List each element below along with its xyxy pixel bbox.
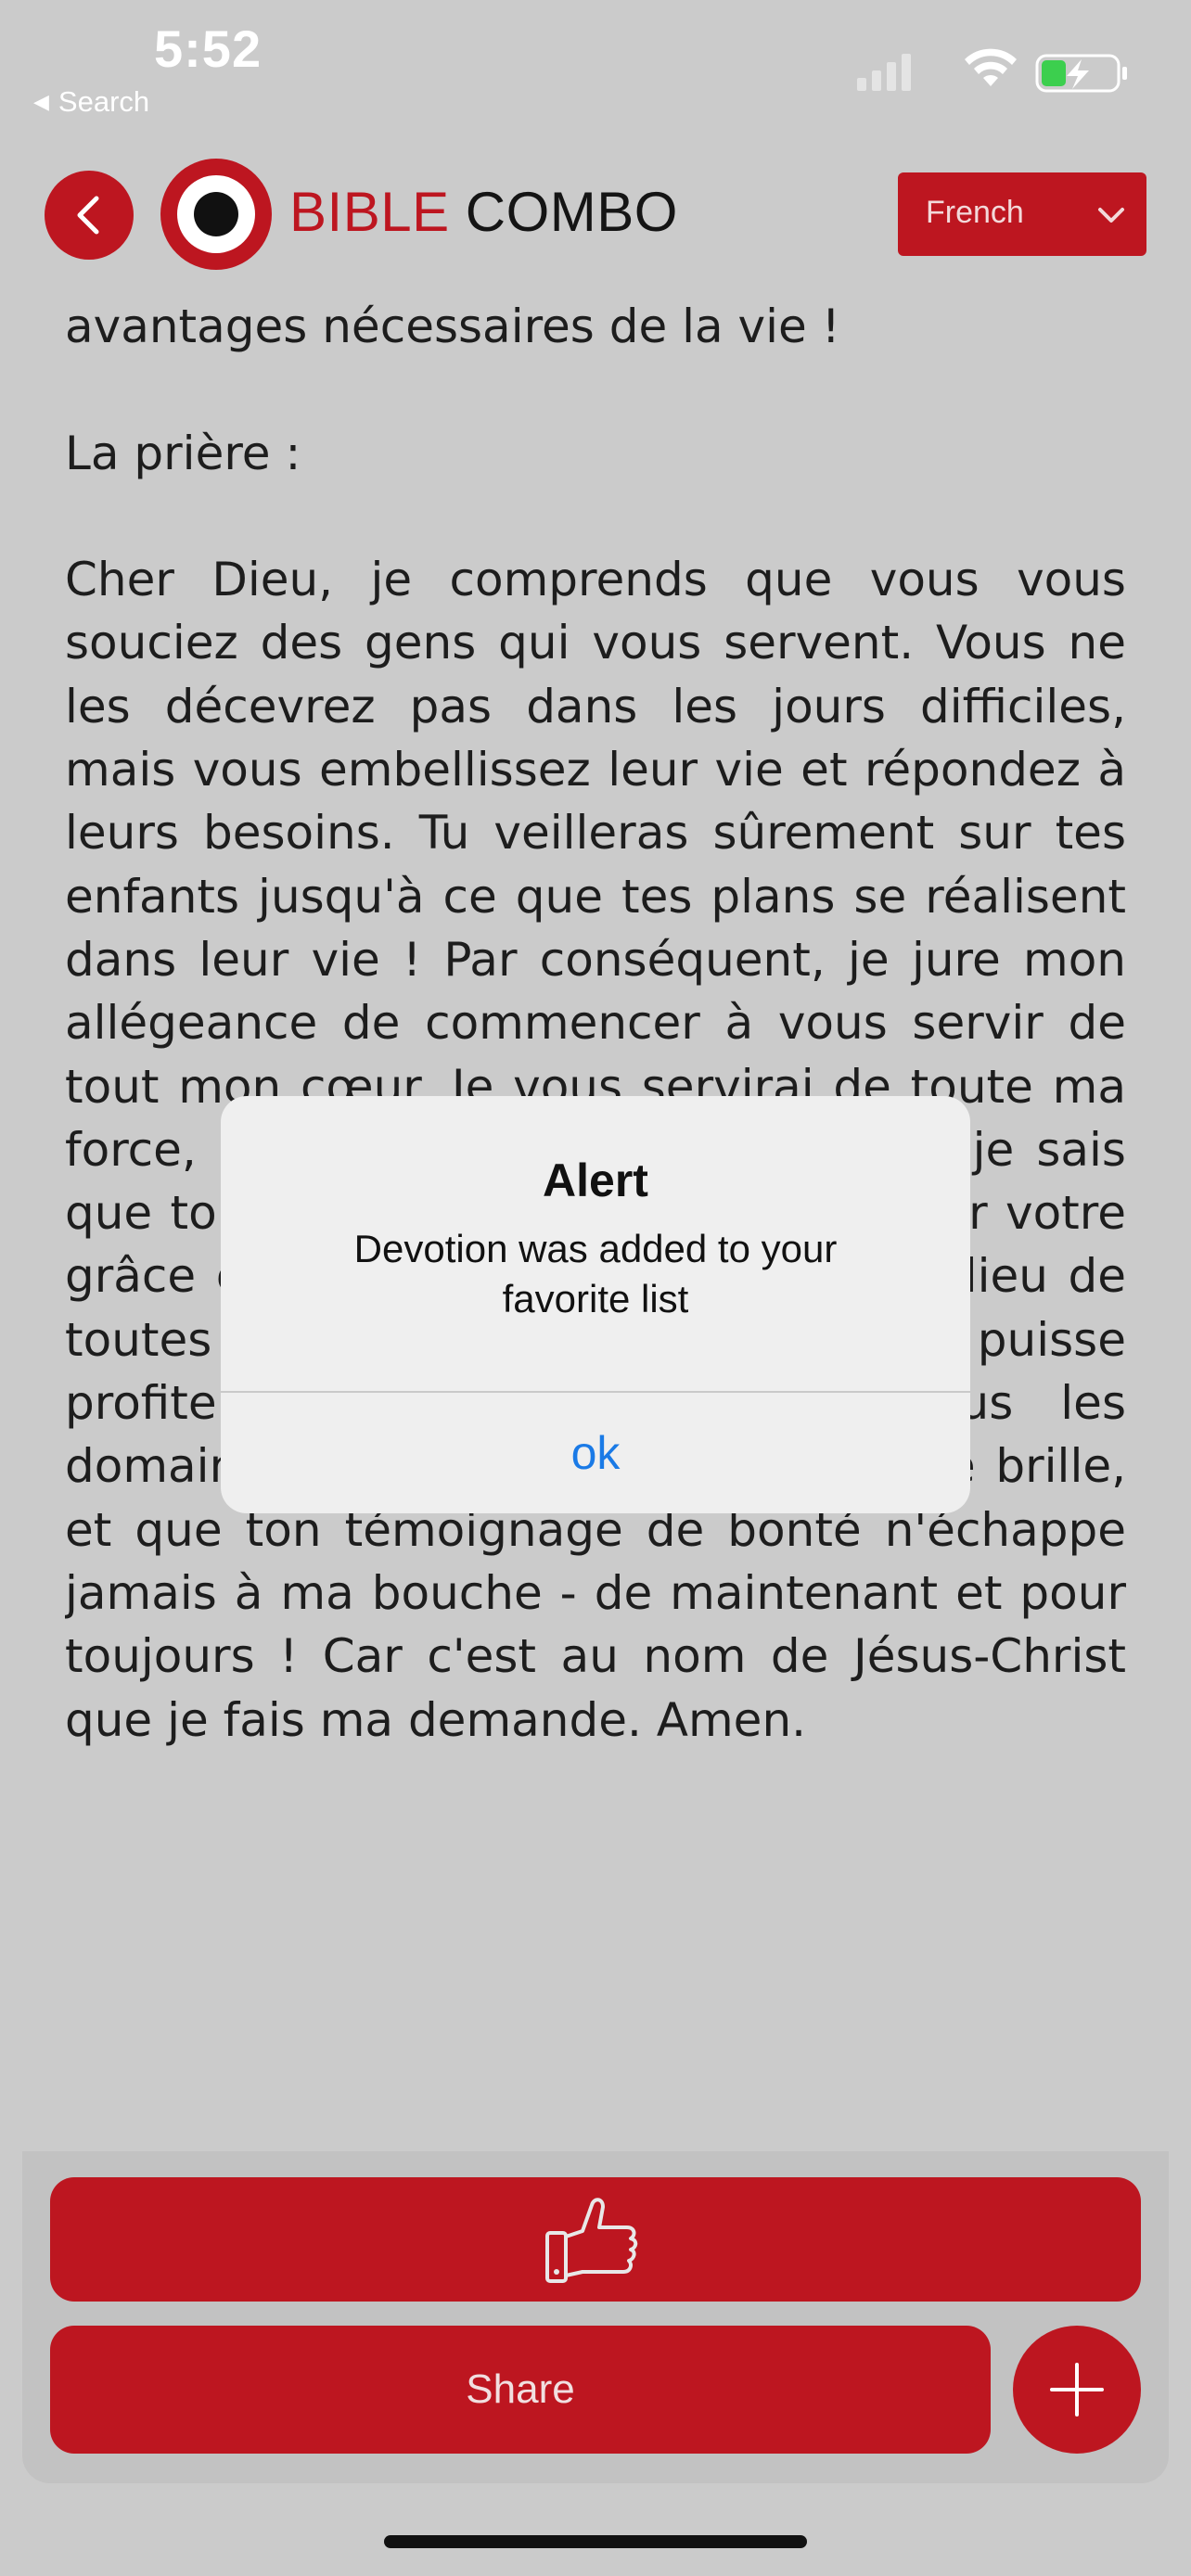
status-time: 5:52 <box>154 19 263 78</box>
alert-dialog: Alert Devotion was added to your favorit… <box>221 1096 970 1513</box>
like-button[interactable] <box>50 2177 1141 2302</box>
devotion-paragraph: avantages nécessaires de la vie ! <box>65 300 840 353</box>
language-select-value: French <box>926 195 1024 230</box>
language-select[interactable]: French <box>898 172 1146 256</box>
alert-message: Devotion was added to your favorite list <box>353 1227 838 1320</box>
app-brand: BIBLE COMBO <box>289 180 678 244</box>
bible-combo-logo <box>160 159 272 270</box>
home-indicator <box>384 2535 807 2548</box>
cellular-signal-icon <box>857 54 911 91</box>
wifi-icon <box>965 48 1017 86</box>
back-to-search-label: Search <box>58 85 150 118</box>
chevron-left-icon <box>77 196 99 235</box>
status-bar: 5:52 ◀ Search <box>0 0 1191 130</box>
chevron-down-icon <box>1098 208 1124 223</box>
add-button[interactable] <box>1013 2326 1141 2454</box>
plus-icon <box>1050 2363 1104 2417</box>
thumbs-up-icon <box>545 2198 638 2283</box>
alert-ok-button[interactable]: ok <box>221 1393 970 1513</box>
status-icons <box>857 48 1127 93</box>
brand-bible: BIBLE <box>289 181 450 243</box>
battery-charging-icon <box>1035 54 1127 93</box>
brand-combo: COMBO <box>465 181 678 243</box>
back-button[interactable] <box>45 171 134 260</box>
back-triangle-icon: ◀ <box>33 90 49 113</box>
prayer-heading: La prière : <box>65 426 301 480</box>
alert-title: Alert <box>543 1154 648 1206</box>
back-to-search-link[interactable]: ◀ Search <box>33 85 149 119</box>
share-button[interactable]: Share <box>50 2326 991 2454</box>
app-header: BIBLE COMBO French <box>0 148 1191 287</box>
